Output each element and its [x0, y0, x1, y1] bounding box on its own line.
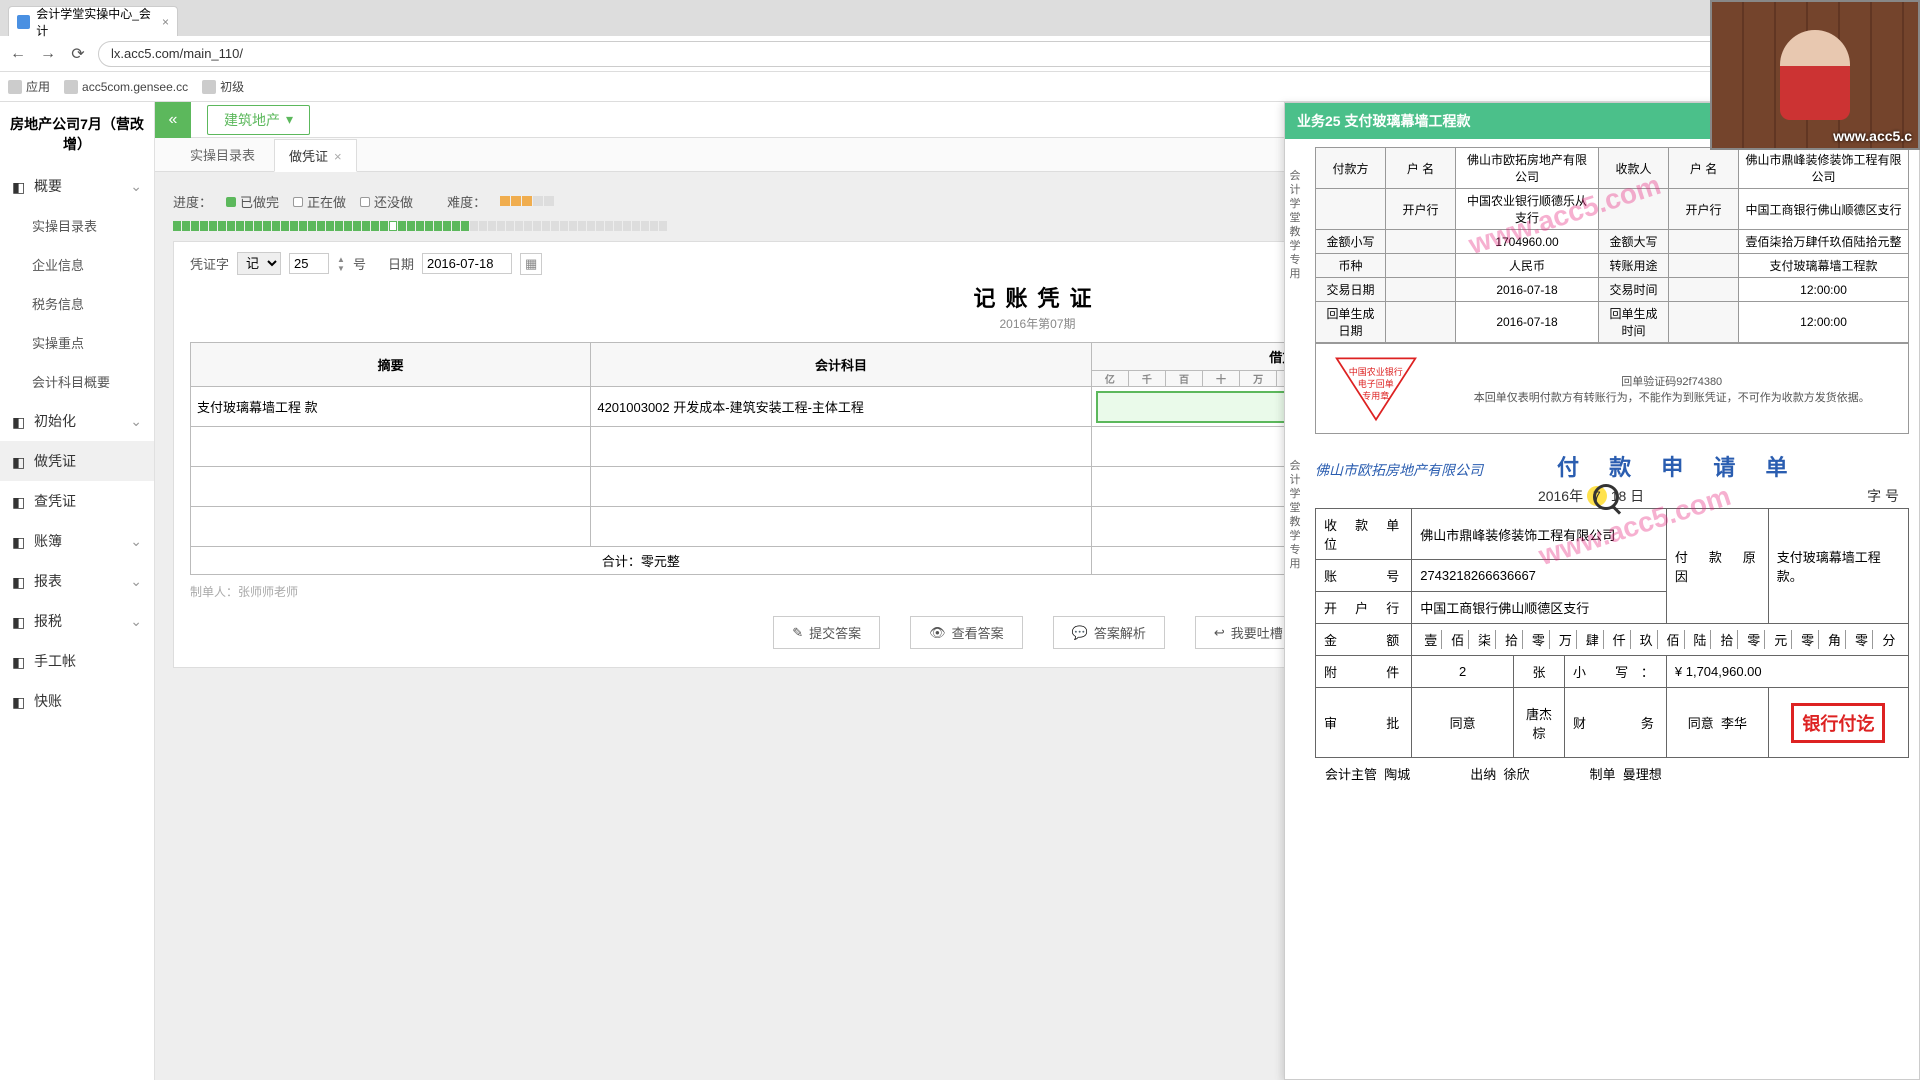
url-input[interactable]: lx.acc5.com/main_110/ — [98, 41, 1912, 67]
bookmark-item[interactable]: 初级 — [202, 78, 244, 95]
sidebar-title: 房地产公司7月（营改增） — [0, 102, 154, 166]
chevron-down-icon: ⌄ — [130, 613, 142, 630]
bank-receipt-table: 付款方户 名佛山市欧拓房地产有限公司收款人户 名佛山市鼎峰装修装饰工程有限公司开… — [1315, 147, 1909, 343]
sidebar-subitem[interactable]: 实操目录表 — [0, 206, 154, 245]
voucher-char-select[interactable]: 记 — [237, 252, 281, 275]
sidebar: 房地产公司7月（营改增） ◧概要⌄实操目录表企业信息税务信息实操重点会计科目概要… — [0, 102, 155, 1080]
bookmarks-bar: 应用 acc5com.gensee.cc 初级 — [0, 72, 1920, 102]
webcam-overlay: www.acc5.c — [1710, 0, 1920, 150]
chevron-down-icon: ⌄ — [130, 413, 142, 430]
spin-down-icon[interactable]: ▼ — [337, 264, 345, 273]
pencil-icon: ✎ — [792, 625, 803, 641]
chevron-down-icon: ⌄ — [130, 178, 142, 195]
page-icon — [64, 80, 78, 94]
grid-icon — [8, 80, 22, 94]
chevron-down-icon: ▾ — [286, 111, 293, 128]
sidebar-item-初始化[interactable]: ◧初始化⌄ — [0, 401, 154, 441]
reference-body[interactable]: 会计学堂教学专用 www.acc5.com 付款方户 名佛山市欧拓房地产有限公司… — [1285, 139, 1919, 1079]
spin-up-icon[interactable]: ▲ — [337, 255, 345, 264]
tab-close-icon[interactable]: × — [162, 15, 169, 29]
presenter-avatar-icon — [1780, 30, 1850, 120]
gear-icon: ◧ — [12, 414, 26, 428]
pay-title: 付 款 申 请 单 — [1557, 450, 1799, 482]
report-icon: ◧ — [12, 574, 26, 588]
back-icon[interactable]: ← — [8, 44, 28, 64]
tax-icon: ◧ — [12, 614, 26, 628]
page-icon — [202, 80, 216, 94]
voucher-date-input[interactable] — [422, 253, 512, 274]
address-bar: ← → ⟳ lx.acc5.com/main_110/ — [0, 36, 1920, 72]
pencil-icon: ◧ — [12, 454, 26, 468]
favicon-icon — [17, 15, 30, 29]
forward-icon[interactable]: → — [38, 44, 58, 64]
browser-tabs-bar: 会计学堂实操中心_会计 × — [0, 0, 1920, 36]
apps-button[interactable]: 应用 — [8, 78, 50, 95]
eye-icon: 👁 — [929, 625, 946, 641]
doc-tab[interactable]: 做凭证× — [274, 139, 357, 172]
company-name: 佛山市欧拓房地产有限公司 — [1315, 460, 1483, 480]
payment-request: www.acc5.com 佛山市欧拓房地产有限公司 付 款 申 请 单 2016… — [1315, 450, 1909, 789]
sidebar-subitem[interactable]: 会计科目概要 — [0, 362, 154, 401]
sidebar-subitem[interactable]: 实操重点 — [0, 323, 154, 362]
sidebar-subitem[interactable]: 企业信息 — [0, 245, 154, 284]
search-icon: ◧ — [12, 494, 26, 508]
sidebar-item-报税[interactable]: ◧报税⌄ — [0, 601, 154, 641]
webcam-watermark: www.acc5.c — [1833, 128, 1912, 144]
explain-answer-button[interactable]: 💬答案解析 — [1053, 616, 1165, 649]
sidebar-item-查凭证[interactable]: ◧查凭证 — [0, 481, 154, 521]
tab-title: 会计学堂实操中心_会计 — [36, 5, 156, 39]
reference-panel: 业务25 支付玻璃幕墙工程款 新窗口打开 ⇄ 会计学堂教学专用 www.acc5… — [1284, 102, 1920, 1080]
pencil-icon: ◧ — [12, 654, 26, 668]
submit-answer-button[interactable]: ✎提交答案 — [773, 616, 880, 649]
sidebar-item-做凭证[interactable]: ◧做凭证 — [0, 441, 154, 481]
doc-tab[interactable]: 实操目录表 — [175, 138, 270, 171]
sidebar-item-手工帐[interactable]: ◧手工帐 — [0, 641, 154, 681]
voucher-no-input[interactable] — [289, 253, 329, 274]
calendar-icon[interactable]: ▦ — [520, 253, 542, 275]
payment-footer: 会计主管 陶城出纳 徐欣制单 曼理想 — [1315, 758, 1909, 789]
sidebar-item-报表[interactable]: ◧报表⌄ — [0, 561, 154, 601]
chat-icon: 💬 — [1072, 625, 1088, 641]
chevron-down-icon: ⌄ — [130, 533, 142, 550]
browser-tab[interactable]: 会计学堂实操中心_会计 × — [8, 6, 178, 36]
sidebar-item-账簿[interactable]: ◧账簿⌄ — [0, 521, 154, 561]
close-icon[interactable]: × — [334, 149, 342, 164]
reload-icon[interactable]: ⟳ — [68, 44, 88, 64]
sidebar-item-概要[interactable]: ◧概要⌄ — [0, 166, 154, 206]
vertical-label: 会计学堂教学专用 — [1287, 169, 1303, 281]
category-dropdown[interactable]: 建筑地产▾ — [207, 105, 310, 135]
collapse-sidebar-button[interactable]: « — [155, 102, 191, 138]
sidebar-subitem[interactable]: 税务信息 — [0, 284, 154, 323]
grid-icon: ◧ — [12, 179, 26, 193]
triangle-stamp-icon: 中国农业银行电子回单专用章 — [1331, 354, 1421, 424]
magnifier-icon — [1593, 484, 1619, 510]
chevron-down-icon: ⌄ — [130, 573, 142, 590]
vertical-label: 会计学堂教学专用 — [1287, 459, 1303, 571]
difficulty-icon — [500, 194, 555, 209]
bank-paid-stamp-icon: 银行付讫 — [1791, 703, 1885, 743]
doc-icon: ◧ — [12, 694, 26, 708]
main-area: « 建筑地产▾ 张师师老师 (SVIP会员) 实操目录表做凭证× 进度： 已做完… — [155, 102, 1920, 1080]
bank-receipt-footer: 中国农业银行电子回单专用章 回单验证码92f74380 本回单仅表明付款方有转账… — [1315, 343, 1909, 434]
book-icon: ◧ — [12, 534, 26, 548]
payment-table: 收 款 单 位 佛山市鼎峰装修装饰工程有限公司 付 款 原 因 支付玻璃幕墙工程… — [1315, 508, 1909, 758]
reply-icon: ↩ — [1214, 625, 1225, 641]
view-answer-button[interactable]: 👁查看答案 — [910, 616, 1023, 649]
pay-date: 2016年 7 18 日 字 号 — [1315, 486, 1909, 506]
sidebar-item-快账[interactable]: ◧快账 — [0, 681, 154, 721]
bookmark-item[interactable]: acc5com.gensee.cc — [64, 80, 188, 94]
